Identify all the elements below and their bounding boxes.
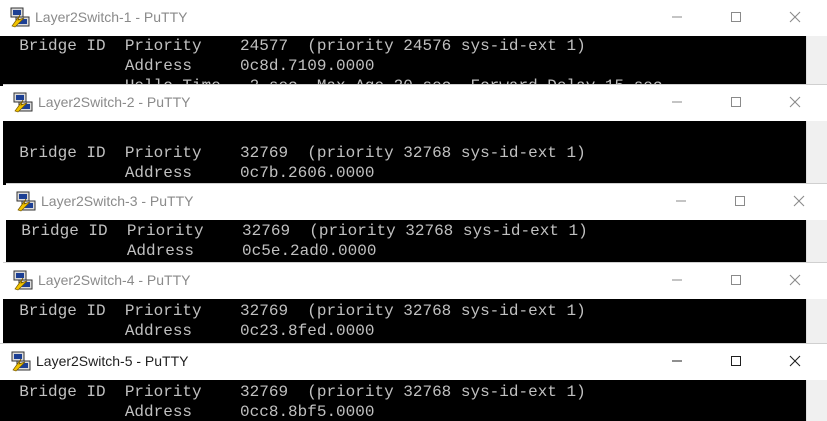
- terminal-area[interactable]: Bridge ID Priority 32769 (priority 32768…: [0, 380, 807, 421]
- terminal-line: Bridge ID Priority 32769 (priority 32768…: [3, 302, 586, 320]
- minimize-icon: [672, 279, 682, 281]
- maximize-button[interactable]: [707, 344, 765, 378]
- minimize-icon: [676, 200, 686, 202]
- window-title: Layer2Switch-4 - PuTTY: [38, 272, 191, 288]
- terminal-line: Address 0c8d.7109.0000: [0, 57, 375, 75]
- terminal-line: Address 0c5e.2ad0.0000: [6, 242, 377, 260]
- minimize-button[interactable]: [648, 344, 706, 378]
- close-icon: [789, 274, 801, 286]
- minimize-button[interactable]: [648, 85, 706, 119]
- minimize-icon: [672, 101, 682, 103]
- window-title: Layer2Switch-1 - PuTTY: [35, 9, 188, 25]
- terminal-line: Bridge ID Priority 32769 (priority 32768…: [6, 222, 588, 240]
- scrollbar[interactable]: [806, 121, 827, 185]
- terminal-area[interactable]: Bridge ID Priority 32769 (priority 32768…: [3, 299, 807, 345]
- putty-icon[interactable]: [10, 350, 32, 372]
- close-button[interactable]: [766, 263, 824, 297]
- putty-icon[interactable]: [12, 269, 34, 291]
- terminal-line: Bridge ID Priority 24577 (priority 24576…: [0, 37, 586, 55]
- terminal-line: Address 0c23.8fed.0000: [3, 322, 375, 340]
- close-icon: [793, 195, 805, 207]
- title-bar[interactable]: Layer2Switch-1 - PuTTY: [0, 0, 827, 34]
- putty-icon[interactable]: [12, 91, 34, 113]
- title-bar[interactable]: Layer2Switch-4 - PuTTY: [3, 263, 827, 297]
- title-bar[interactable]: Layer2Switch-5 - PuTTY: [0, 344, 827, 378]
- terminal-line: Address 0cc8.8bf5.0000: [0, 403, 375, 421]
- minimize-button[interactable]: [652, 184, 710, 218]
- close-button[interactable]: [770, 184, 827, 218]
- window-title: Layer2Switch-5 - PuTTY: [36, 353, 189, 369]
- scrollbar[interactable]: [806, 36, 827, 86]
- terminal-area[interactable]: Bridge ID Priority 32769 (priority 32768…: [3, 121, 807, 185]
- window-title: Layer2Switch-3 - PuTTY: [41, 193, 194, 209]
- maximize-icon: [731, 12, 741, 22]
- putty-window-1[interactable]: Layer2Switch-1 - PuTTY Bridge ID Priorit…: [0, 0, 827, 86]
- minimize-button[interactable]: [648, 0, 706, 34]
- terminal-area[interactable]: Bridge ID Priority 32769 (priority 32768…: [6, 220, 807, 264]
- maximize-icon: [731, 97, 741, 107]
- maximize-icon: [731, 275, 741, 285]
- putty-window-2[interactable]: Layer2Switch-2 - PuTTY Bridge ID Priorit…: [3, 84, 827, 185]
- putty-icon[interactable]: [9, 6, 31, 28]
- putty-window-3[interactable]: Layer2Switch-3 - PuTTY Bridge ID Priorit…: [6, 183, 827, 264]
- close-button[interactable]: [766, 85, 824, 119]
- scrollbar[interactable]: [806, 220, 827, 264]
- putty-window-5[interactable]: Layer2Switch-5 - PuTTY Bridge ID Priorit…: [0, 343, 827, 421]
- scrollbar[interactable]: [806, 380, 827, 421]
- maximize-button[interactable]: [707, 0, 765, 34]
- terminal-line: Bridge ID Priority 32769 (priority 32768…: [0, 383, 586, 401]
- putty-icon[interactable]: [15, 190, 37, 212]
- minimize-icon: [672, 360, 682, 362]
- maximize-button[interactable]: [711, 184, 769, 218]
- close-button[interactable]: [766, 344, 824, 378]
- maximize-button[interactable]: [707, 263, 765, 297]
- terminal-line: Address 0c7b.2606.0000: [3, 164, 375, 182]
- close-icon: [789, 11, 801, 23]
- maximize-icon: [731, 356, 741, 366]
- close-icon: [789, 96, 801, 108]
- close-button[interactable]: [766, 0, 824, 34]
- terminal-line: Bridge ID Priority 32769 (priority 32768…: [3, 144, 586, 162]
- minimize-icon: [672, 16, 682, 18]
- minimize-button[interactable]: [648, 263, 706, 297]
- title-bar[interactable]: Layer2Switch-2 - PuTTY: [3, 85, 827, 119]
- title-bar[interactable]: Layer2Switch-3 - PuTTY: [6, 184, 827, 218]
- scrollbar[interactable]: [806, 299, 827, 345]
- terminal-area[interactable]: Bridge ID Priority 24577 (priority 24576…: [0, 36, 807, 86]
- maximize-button[interactable]: [707, 85, 765, 119]
- close-icon: [789, 355, 801, 367]
- putty-window-4[interactable]: Layer2Switch-4 - PuTTY Bridge ID Priorit…: [3, 262, 827, 345]
- window-title: Layer2Switch-2 - PuTTY: [38, 94, 191, 110]
- maximize-icon: [735, 196, 745, 206]
